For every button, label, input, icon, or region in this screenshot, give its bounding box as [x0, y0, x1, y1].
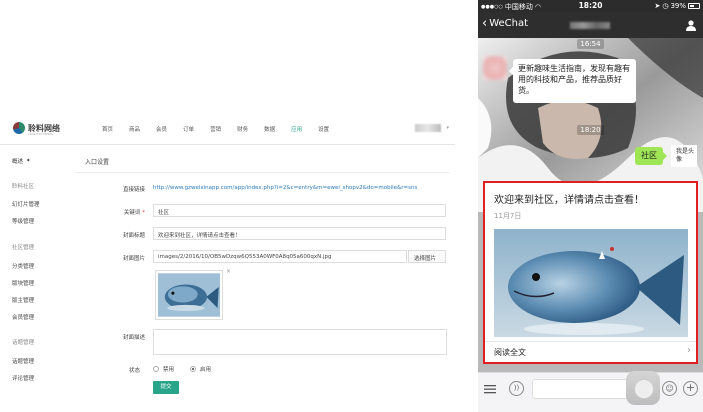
- sidebar-item-categories[interactable]: 分类管理: [12, 262, 34, 270]
- status-option-enabled-label: 启用: [200, 367, 212, 373]
- status-option-disabled-label: 禁用: [163, 367, 175, 373]
- sidebar-section-title: 话题管理: [12, 340, 35, 346]
- person-icon[interactable]: [685, 19, 697, 31]
- outgoing-message-bubble[interactable]: 社区: [635, 147, 667, 165]
- breadcrumb: 入口设置: [85, 159, 110, 166]
- nav-item[interactable]: 财务: [237, 125, 248, 133]
- chevron-right-icon: ›: [687, 345, 691, 356]
- sidebar-item-moderators[interactable]: 版主管理: [12, 296, 34, 304]
- nav-item[interactable]: 商品: [129, 125, 140, 133]
- card-date: 11月7日: [494, 212, 522, 220]
- nav-item[interactable]: 首页: [102, 125, 113, 133]
- cover-title-input[interactable]: 欢迎来到社区，详情请点击查看！: [153, 227, 446, 240]
- timestamp-text: 18:20: [577, 125, 604, 135]
- fish-illustration: [494, 229, 688, 337]
- alarm-icon: ◷: [662, 2, 669, 10]
- card-cover-image: [494, 229, 688, 337]
- keyword-label: 关键词 *: [123, 210, 145, 216]
- news-card[interactable]: 欢迎来到社区，详情请点击查看！ 11月7日 阅读全文 ›: [483, 181, 698, 364]
- status-radio-disabled[interactable]: [153, 366, 159, 372]
- incoming-message-bubble[interactable]: 更新趣味生活指南，发现有趣有用的科技和产品，推荐品质好货。: [509, 59, 636, 103]
- sidebar-section-title: 聆料社区: [12, 184, 35, 190]
- location-icon: ➤: [654, 2, 661, 10]
- choose-image-button[interactable]: 选择图片: [408, 250, 446, 263]
- read-more-link[interactable]: 阅读全文: [494, 347, 526, 358]
- sidebar-item-members[interactable]: 会员管理: [12, 313, 34, 321]
- status-right: ➤ ◷ 39%: [654, 2, 700, 10]
- nav-item[interactable]: 会员: [156, 125, 167, 133]
- card-divider: [485, 341, 696, 342]
- back-label: WeChat: [489, 18, 529, 29]
- main-nav: 首页 商品 会员 订单 营销 财务 数据 应用 设置: [102, 125, 345, 133]
- chat-input-bar: )) ☺ +: [478, 371, 703, 412]
- cover-image-thumbnail: [155, 270, 223, 320]
- status-label: 状态: [128, 368, 140, 374]
- direct-link-value[interactable]: http://www.gzweixinapp.com/app/index.php…: [153, 185, 417, 191]
- logo-mark-icon: [13, 122, 25, 134]
- direct-link-label: 直接链接: [122, 187, 145, 193]
- keyword-label-text: 关键词: [123, 210, 141, 216]
- home-button[interactable]: [626, 371, 660, 405]
- remove-icon[interactable]: ×: [226, 268, 231, 275]
- chat-navbar: ‹ WeChat: [478, 12, 703, 38]
- chat-title-blurred: [570, 22, 610, 29]
- back-chevron-icon: ‹: [482, 15, 488, 31]
- message-input[interactable]: [532, 379, 628, 399]
- voice-icon[interactable]: )): [509, 381, 524, 396]
- cover-desc-textarea[interactable]: [153, 329, 447, 355]
- gear-icon: ✦: [26, 158, 31, 164]
- menu-icon[interactable]: [484, 383, 496, 395]
- nav-item[interactable]: 应用: [291, 125, 302, 133]
- nav-item[interactable]: 数据: [264, 125, 275, 133]
- sidebar-overview[interactable]: 概述 ✦: [12, 157, 31, 165]
- logo-subtitle: LINGXIAO MEDIA: [28, 132, 54, 136]
- sidebar-item-boards[interactable]: 版块管理: [12, 279, 34, 287]
- cover-title-label: 封面标题: [122, 233, 145, 239]
- card-title: 欢迎来到社区，详情请点击查看！: [494, 195, 644, 206]
- timestamp: 16:54: [478, 39, 703, 49]
- sidebar-item-comments[interactable]: 评论管理: [12, 374, 34, 382]
- my-avatar[interactable]: 我是头像: [671, 145, 697, 167]
- sender-avatar-blurred[interactable]: [483, 56, 507, 80]
- sidebar-item-slides[interactable]: 幻灯片管理: [12, 200, 40, 208]
- divider: [75, 172, 450, 173]
- sidebar-overview-label: 概述: [12, 159, 24, 165]
- user-menu-blurred[interactable]: [415, 124, 441, 132]
- battery-icon: [688, 3, 700, 9]
- sidebar-section-title: 社区管理: [12, 245, 35, 251]
- logo[interactable]: 聆料网络 LINGXIAO MEDIA: [13, 122, 60, 136]
- status-radio-group: 禁用 启用: [153, 365, 211, 373]
- nav-item[interactable]: 设置: [318, 125, 329, 133]
- user-menu-caret-icon[interactable]: ▾: [446, 125, 449, 131]
- timestamp-text: 16:54: [577, 39, 604, 49]
- nav-item[interactable]: 订单: [183, 125, 194, 133]
- plus-icon[interactable]: +: [683, 381, 698, 396]
- status-radio-enabled[interactable]: [190, 366, 197, 372]
- cover-desc-label: 封面描述: [122, 335, 145, 341]
- keyword-input[interactable]: 社区: [153, 204, 446, 217]
- admin-sidebar: 概述 ✦ 聆料社区 幻灯片管理 等级管理 社区管理 分类管理 版块管理 版主管理…: [0, 145, 70, 412]
- status-bar: ●●●○○ 中国移动 ◠ 18:20 ➤ ◷ 39%: [478, 0, 703, 12]
- cover-image-label: 封面图片: [122, 256, 145, 262]
- sidebar-item-topics[interactable]: 话题管理: [12, 357, 34, 365]
- submit-button[interactable]: 提交: [153, 381, 179, 394]
- timestamp: 18:20: [478, 125, 703, 135]
- cover-image-input[interactable]: images/2/2016/10/OB5wDzqw6Q553A0WF0A8q05…: [153, 250, 407, 263]
- back-button[interactable]: ‹ WeChat: [482, 15, 529, 31]
- battery-percent: 39%: [670, 2, 686, 10]
- admin-topbar: 聆料网络 LINGXIAO MEDIA 首页 商品 会员 订单 营销 财务 数据 应用 设置 ▾: [0, 112, 455, 145]
- wechat-phone: ●●●○○ 中国移动 ◠ 18:20 ➤ ◷ 39% ‹ WeChat 16:5…: [478, 0, 703, 412]
- emoji-icon[interactable]: ☺: [662, 381, 677, 396]
- fish-illustration-thumb: [158, 273, 220, 317]
- nav-item[interactable]: 营销: [210, 125, 221, 133]
- sidebar-item-levels[interactable]: 等级管理: [12, 217, 34, 225]
